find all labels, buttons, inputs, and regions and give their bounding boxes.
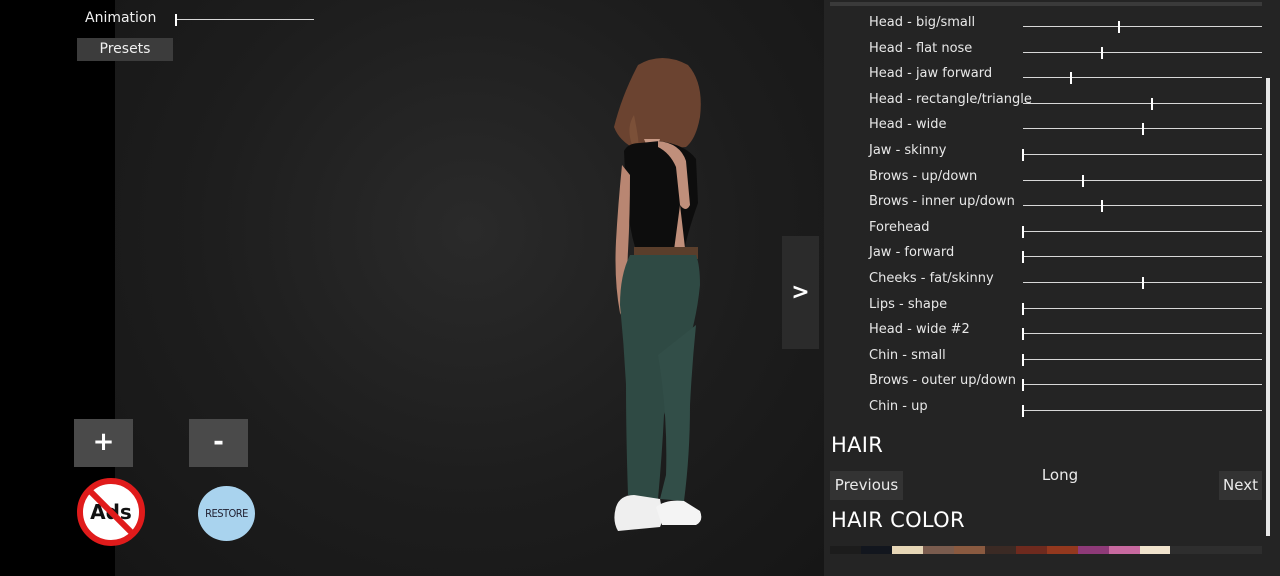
presets-button[interactable]: Presets (77, 38, 173, 61)
morph-slider[interactable] (1023, 97, 1262, 110)
animation-slider-track (176, 19, 314, 20)
morph-label: Head - flat nose (869, 40, 973, 56)
hair-color-swatch[interactable] (954, 546, 985, 554)
hair-color-section-title: HAIR COLOR (831, 508, 965, 532)
morph-slider-track (1023, 230, 1262, 232)
morph-slider-track (1023, 358, 1262, 360)
hair-color-swatch[interactable] (1109, 546, 1140, 554)
morph-slider[interactable] (1022, 328, 1262, 341)
morph-slider[interactable] (1022, 353, 1262, 366)
morph-label: Lips - shape (869, 296, 948, 312)
morph-label: Jaw - forward (869, 245, 955, 261)
hair-color-swatches (830, 546, 1171, 554)
morph-slider-track (1023, 51, 1262, 53)
morph-label: Chin - up (869, 399, 928, 414)
morph-slider-track (1023, 410, 1262, 411)
hair-color-swatch[interactable] (1140, 546, 1171, 554)
morph-label: Brows - inner up/down (869, 194, 1015, 210)
hair-color-swatch[interactable] (1016, 546, 1047, 554)
morph-slider-track (1023, 333, 1262, 335)
morph-slider[interactable] (1022, 405, 1262, 417)
no-ads-icon: Ads (77, 478, 145, 546)
hair-color-swatch[interactable] (985, 546, 1016, 554)
morph-slider[interactable] (1023, 277, 1262, 289)
morph-slider-track (1023, 384, 1262, 386)
morph-slider-thumb[interactable] (1100, 46, 1103, 59)
morph-slider[interactable] (1023, 72, 1262, 85)
morph-label: Brows - outer up/down (869, 373, 1017, 389)
morph-slider-thumb[interactable] (1022, 149, 1024, 161)
panel-scrollbar[interactable] (1266, 78, 1270, 536)
morph-label: Head - jaw forward (869, 66, 993, 82)
morph-slider-track (1023, 179, 1262, 181)
morph-slider-thumb[interactable] (1022, 379, 1024, 392)
morph-slider-thumb[interactable] (1022, 328, 1024, 341)
morph-label: Jaw - skinny (869, 143, 947, 158)
morph-label: Head - big/small (869, 15, 976, 30)
morph-slider-thumb[interactable] (1022, 302, 1024, 315)
morph-label: Head - wide #2 (869, 322, 970, 338)
panel-top-divider (830, 2, 1262, 6)
hair-section-title: HAIR (831, 433, 884, 457)
morph-slider-thumb[interactable] (1100, 200, 1103, 213)
morph-label: Head - rectangle/triangle (869, 91, 1032, 107)
morph-slider-track (1023, 102, 1262, 104)
morph-slider-track (1023, 26, 1262, 27)
morph-label: Forehead (869, 219, 930, 235)
morph-slider-thumb[interactable] (1141, 277, 1144, 289)
morph-slider-thumb[interactable] (1117, 21, 1120, 33)
animation-label: Animation (85, 10, 157, 26)
zoom-out-button[interactable]: - (189, 419, 248, 467)
morph-slider-thumb[interactable] (1022, 251, 1024, 264)
morph-slider[interactable] (1022, 149, 1262, 161)
hair-color-swatch[interactable] (923, 546, 954, 554)
morph-slider[interactable] (1022, 225, 1262, 238)
zoom-in-button[interactable]: + (74, 419, 133, 467)
morph-slider-thumb[interactable] (1141, 123, 1144, 136)
morph-slider-thumb[interactable] (1069, 72, 1072, 85)
hair-color-swatch[interactable] (861, 546, 892, 554)
morph-slider-thumb[interactable] (1151, 97, 1154, 110)
morph-slider[interactable] (1023, 200, 1262, 213)
morph-label: Brows - up/down (869, 168, 978, 184)
morph-label: Cheeks - fat/skinny (869, 271, 994, 286)
hair-color-swatches-overflow (1170, 546, 1262, 554)
morph-slider-thumb[interactable] (1022, 225, 1024, 238)
morph-slider-thumb[interactable] (1081, 174, 1084, 187)
hair-color-swatch[interactable] (1078, 546, 1109, 554)
morph-slider-track (1023, 307, 1262, 309)
morph-slider-track (1023, 205, 1262, 207)
morph-slider[interactable] (1023, 174, 1262, 187)
hair-previous-button[interactable]: Previous (830, 471, 903, 500)
morph-slider[interactable] (1023, 123, 1262, 136)
morph-slider[interactable] (1023, 46, 1262, 59)
morph-slider[interactable] (1022, 379, 1262, 392)
morph-slider-track (1023, 256, 1262, 258)
hair-color-swatch[interactable] (892, 546, 923, 554)
morph-label: Chin - small (869, 347, 946, 363)
animation-slider[interactable] (175, 14, 314, 26)
morph-slider-thumb[interactable] (1022, 405, 1024, 417)
hair-style-value: Long (1041, 466, 1079, 484)
panel-toggle-button[interactable]: > (782, 236, 819, 349)
morph-slider-track (1023, 77, 1262, 79)
hair-color-swatch[interactable] (830, 546, 861, 554)
morph-label: Head - wide (869, 117, 947, 133)
character-model (614, 58, 702, 531)
morph-slider-thumb[interactable] (1022, 353, 1024, 366)
hair-next-button[interactable]: Next (1219, 471, 1262, 500)
morph-slider-track (1023, 154, 1262, 155)
restore-purchases-button[interactable]: RESTORE (198, 486, 255, 541)
morph-slider[interactable] (1022, 302, 1262, 315)
morph-slider[interactable] (1023, 21, 1262, 33)
remove-ads-button[interactable]: Ads (75, 478, 147, 546)
animation-slider-thumb[interactable] (175, 14, 177, 26)
hair-color-swatch[interactable] (1047, 546, 1078, 554)
morph-slider[interactable] (1022, 251, 1262, 264)
